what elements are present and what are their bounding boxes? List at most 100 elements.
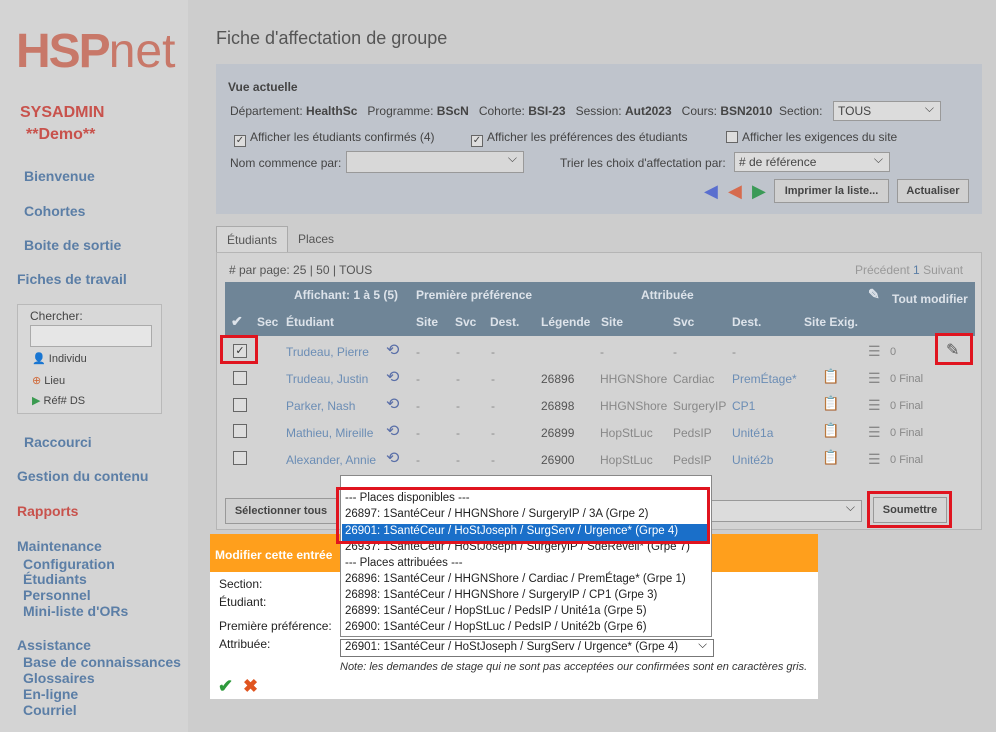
clipboard-check-icon[interactable]: 📋 [822,422,839,439]
row-checkbox[interactable] [233,451,247,465]
search-option-refds[interactable]: ▶ Réf# DS [32,394,85,407]
row-checkbox[interactable] [233,424,247,438]
confirm-check-icon[interactable]: ✔ [218,676,233,697]
list-icon[interactable]: ☰ [868,343,881,360]
per-page-selector[interactable]: # par page: 25 | 50 | TOUS [229,263,372,277]
nav-assistance[interactable]: Assistance [17,637,91,653]
nav-courriel[interactable]: Courriel [23,702,77,718]
pref-dest: - [491,372,495,386]
nav-bienvenue[interactable]: Bienvenue [24,168,95,184]
nav-base-connaissances[interactable]: Base de connaissances [23,654,181,670]
assigned-dest[interactable]: Unité1a [732,426,773,440]
first-pref-label: Première préférence: [219,619,332,633]
refresh-button[interactable]: Actualiser [897,179,969,203]
list-icon[interactable]: ☰ [868,424,881,441]
dropdown-option[interactable]: 26898: 1SantéCeur / HHGNShore / SurgeryI… [345,589,657,601]
dropdown-option[interactable]: 26896: 1SantéCeur / HHGNShore / Cardiac … [345,573,686,585]
search-input[interactable] [30,325,152,347]
search-option-lieu[interactable]: ⊕ Lieu [32,374,65,387]
student-name[interactable]: Trudeau, Pierre [286,345,369,359]
checkbox-confirmed[interactable]: ✓ Afficher les étudiants confirmés (4) [234,130,435,147]
select-all-button[interactable]: Sélectionner tous [225,498,337,524]
check-all-icon[interactable]: ✔ [231,313,243,330]
assigned-svc: SurgeryIP [673,399,727,413]
col-etudiant[interactable]: Étudiant [286,315,334,329]
student-name[interactable]: Mathieu, Mireille [286,426,373,440]
history-icon[interactable]: ⟲ [386,448,399,468]
row-checkbox[interactable] [233,371,247,385]
nav-mini-liste[interactable]: Mini-liste d'ORs [23,603,128,619]
student-name[interactable]: Alexander, Annie [286,453,376,467]
highlight-edit-pencil [935,333,973,365]
nav-etudiants[interactable]: Étudiants [23,571,87,587]
edit-all-link[interactable]: Tout modifier [892,292,968,306]
print-list-button[interactable]: Imprimer la liste... [774,179,889,203]
assigned-dest[interactable]: Unité2b [732,453,773,467]
list-icon[interactable]: ☰ [868,451,881,468]
pref-site: - [416,426,420,440]
arrow-right-green-icon[interactable]: ▶ [752,181,766,202]
pref-svc: - [456,345,460,359]
clipboard-check-icon[interactable]: 📋 [822,368,839,385]
cancel-x-icon[interactable]: ✖ [243,676,258,697]
history-icon[interactable]: ⟲ [386,394,399,414]
assigned-site: HHGNShore [600,399,668,413]
checkbox-requirements[interactable]: Afficher les exigences du site [726,130,897,144]
nav-configuration[interactable]: Configuration [23,556,115,572]
sort-select[interactable]: # de référence [734,152,890,172]
arrow-left-red-icon[interactable]: ◀ [728,181,742,202]
nav-cohortes[interactable]: Cohortes [24,203,85,219]
assigned-select[interactable]: 26901: 1SantéCeur / HoStJoseph / SurgSer… [340,639,714,657]
tab-etudiants[interactable]: Étudiants [216,226,288,252]
history-icon[interactable]: ⟲ [386,421,399,441]
checkbox-preferences[interactable]: ✓ Afficher les préférences des étudiants [471,130,688,147]
nav-gestion-contenu[interactable]: Gestion du contenu [17,468,148,484]
play-icon: ▶ [32,395,41,407]
pagination[interactable]: Précédent 1 Suivant [855,263,963,277]
nav-fiches-travail[interactable]: Fiches de travail [17,271,127,287]
nav-glossaires[interactable]: Glossaires [23,670,95,686]
clipboard-check-icon[interactable]: 📋 [822,449,839,466]
demo-label: **Demo** [26,126,96,143]
list-icon[interactable]: ☰ [868,370,881,387]
nav-rapports[interactable]: Rapports [17,503,78,519]
dropdown-option[interactable]: 26900: 1SantéCeur / HopStLuc / PedsIP / … [345,621,647,633]
student-name[interactable]: Trudeau, Justin [286,372,368,386]
hspnet-logo[interactable]: HSPnet [16,24,175,79]
list-icon[interactable]: ☰ [868,397,881,414]
assigned-dest[interactable]: CP1 [732,399,755,413]
assigned-site: - [600,345,604,359]
history-icon[interactable]: ⟲ [386,367,399,387]
clipboard-check-icon[interactable]: 📋 [822,395,839,412]
history-icon[interactable]: ⟲ [386,340,399,360]
checkbox-checked-icon: ✓ [471,135,483,147]
count-value: 0 Final [890,373,924,385]
nav-raccourci[interactable]: Raccourci [24,434,92,450]
location-search-icon: ⊕ [32,375,42,387]
nav-maintenance[interactable]: Maintenance [17,538,102,554]
tab-places[interactable]: Places [288,226,344,252]
row-checkbox[interactable] [233,398,247,412]
name-filter-input[interactable] [346,151,524,173]
count-value: 0 Final [890,454,924,466]
pref-dest: - [491,426,495,440]
nav-personnel[interactable]: Personnel [23,587,91,603]
search-option-individu[interactable]: 👤 Individu [32,352,87,365]
pref-svc: - [456,372,460,386]
nav-boite-sortie[interactable]: Boite de sortie [24,237,121,253]
assigned-label: Attribuée: [219,637,271,651]
filters-line: Département: HealthSc Programme: BScN Co… [230,104,823,118]
dropdown-option[interactable]: 26899: 1SantéCeur / HopStLuc / PedsIP / … [345,605,647,617]
pref-svc: - [456,399,460,413]
nav-en-ligne[interactable]: En-ligne [23,686,78,702]
arrow-left-blue-icon[interactable]: ◀ [704,181,718,202]
search-box: Chercher: 👤 Individu ⊕ Lieu ▶ Réf# DS [17,304,162,414]
col-sec: Sec [257,315,279,329]
name-filter-label: Nom commence par: [230,156,342,170]
assigned-dest[interactable]: PremÉtage* [732,372,797,386]
bulk-action-select[interactable] [708,500,862,522]
col-pref-svc: Svc [455,315,477,329]
student-name[interactable]: Parker, Nash [286,399,355,413]
assigned-svc: PedsIP [673,426,712,440]
section-select[interactable]: TOUS [833,101,941,121]
